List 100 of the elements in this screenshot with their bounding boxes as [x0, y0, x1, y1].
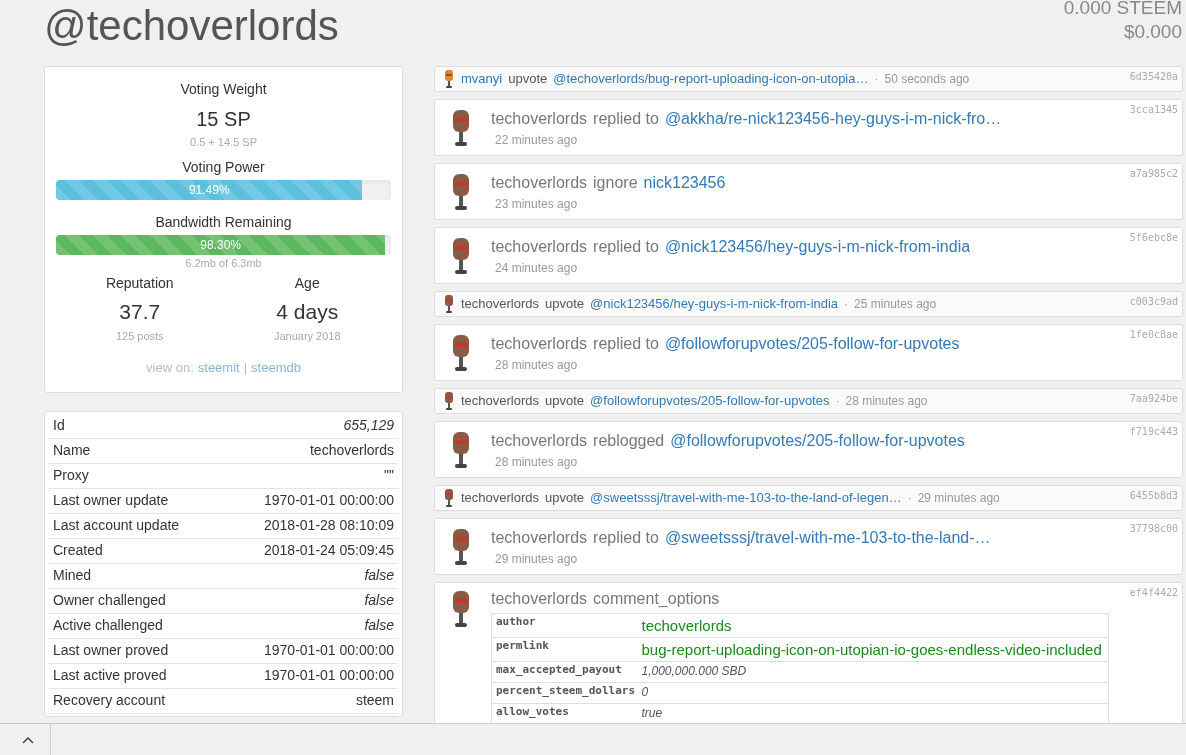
separator-dot: ·	[844, 296, 849, 313]
field-value: 2018-01-24 05:09:45	[264, 541, 394, 560]
action-text: replied to	[593, 108, 659, 129]
post-link[interactable]: @followforupvotes/205-follow-for-upvotes	[664, 331, 960, 356]
field-value: false	[364, 591, 394, 610]
field-value: false	[364, 566, 394, 585]
actor-link[interactable]: techoverlords	[491, 428, 588, 453]
field-value: techoverlords	[639, 613, 1109, 638]
field-label: Last account update	[53, 516, 180, 535]
field-key: percent_steem_dollars	[491, 682, 640, 704]
stat-label: Bandwidth Remaining	[155, 212, 292, 232]
time-text: 29 minutes ago	[917, 490, 1000, 507]
field-value: 0	[639, 682, 1109, 704]
post-link[interactable]: nick123456	[643, 170, 726, 195]
action-text: replied to	[593, 236, 659, 257]
field-label: Owner challenged	[53, 591, 166, 610]
action-text: replied to	[593, 333, 659, 354]
field-value: 1970-01-01 00:00:00	[264, 491, 394, 510]
stat-label: Voting Weight	[180, 80, 267, 99]
field-key: permlink	[491, 637, 640, 662]
actor-link[interactable]: techoverlords	[491, 587, 588, 611]
field-label: Last owner proved	[53, 641, 169, 660]
stat-value: 37.7	[119, 299, 161, 325]
field-value: bug-report-uploading-icon-on-utopian-io-goes-endless-video-included	[639, 637, 1109, 662]
actor-link[interactable]: techoverlords	[491, 525, 588, 550]
steem-balance: 0.000 STEEM	[1063, 0, 1182, 20]
field-label: Name	[53, 441, 91, 460]
action-text: reblogged	[593, 430, 665, 451]
field-value: 655,129	[343, 416, 394, 435]
hash-text: 37798c00	[1129, 522, 1178, 536]
field-label: Mined	[53, 566, 92, 585]
time-text: 29 minutes ago	[494, 550, 579, 568]
separator-dot: ·	[907, 490, 912, 507]
hash-text: 3cca1345	[1129, 103, 1178, 117]
hash-text: 6d35420a	[1129, 70, 1178, 84]
field-label: Recovery account	[53, 691, 166, 710]
stat-detail: 6.2mb of 6.3mb	[185, 255, 262, 271]
action-text: replied to	[593, 527, 659, 548]
time-text: 28 minutes ago	[845, 393, 928, 410]
stat-value: 15 SP	[196, 107, 251, 132]
time-text: 28 minutes ago	[494, 356, 579, 374]
usd-balance: $0.000	[1123, 20, 1182, 44]
hash-text: 6455b8d3	[1129, 489, 1178, 503]
field-label: Created	[53, 541, 103, 560]
action-text: ignore	[593, 172, 638, 193]
field-label: Last active proved	[53, 666, 167, 685]
post-link[interactable]: @followforupvotes/205-follow-for-upvotes	[590, 391, 830, 411]
field-value: ""	[384, 466, 394, 485]
progress-reading: 98.30%	[200, 236, 241, 254]
field-value: true	[639, 703, 1109, 725]
action-text: upvote	[545, 489, 585, 508]
post-link[interactable]: @followforupvotes/205-follow-for-upvotes	[670, 428, 965, 453]
actor-link[interactable]: techoverlords	[461, 488, 540, 508]
stat-detail: January 2018	[273, 328, 341, 344]
separator-dot: ·	[835, 393, 840, 410]
field-key: max_accepted_payout	[491, 661, 640, 683]
separator-dot: ·	[874, 71, 879, 88]
actor-link[interactable]: mvanyi	[461, 69, 503, 89]
hash-text: c003c9ad	[1129, 295, 1178, 309]
time-text: 50 seconds ago	[884, 71, 970, 88]
time-text: 22 minutes ago	[494, 131, 579, 149]
stat-detail: 0.5 + 14.5 SP	[190, 135, 257, 150]
actor-link[interactable]: techoverlords	[461, 294, 540, 314]
account-title: @techoverlords	[44, 2, 339, 51]
hash-text: 7aa924be	[1129, 392, 1178, 406]
field-value: 2018-01-28 08:10:09	[264, 516, 394, 535]
post-link[interactable]: @techoverlords/bug-report-uploading-icon-on-utopia…	[553, 69, 869, 89]
actor-link[interactable]: techoverlords	[491, 170, 588, 195]
action-text: upvote	[508, 70, 548, 89]
actor-link[interactable]: techoverlords	[491, 234, 588, 259]
stat-label: Reputation	[105, 274, 174, 293]
hash-text: ef4f4422	[1129, 586, 1178, 600]
stat-label: Voting Power	[182, 157, 265, 177]
progress-reading: 91.49%	[188, 181, 230, 199]
stat-value: 4 days	[276, 299, 339, 325]
post-link[interactable]: @nick123456/hey-guys-i-m-nick-from-india	[664, 234, 971, 259]
time-text: 24 minutes ago	[494, 259, 579, 277]
field-value: steem	[355, 691, 394, 710]
post-link[interactable]: @sweetsssj/travel-with-me-103-to-the-land-…	[664, 525, 991, 550]
field-value: false	[364, 616, 394, 635]
field-label: Active challenged	[53, 616, 163, 635]
field-label: Proxy	[53, 466, 89, 485]
time-text: 25 minutes ago	[854, 296, 937, 313]
time-text: 23 minutes ago	[494, 195, 579, 213]
hash-text: a7a985c2	[1129, 167, 1178, 181]
action-text: upvote	[545, 392, 585, 411]
time-text: 28 minutes ago	[494, 453, 579, 471]
actor-link[interactable]: techoverlords	[461, 391, 540, 411]
field-key: allow_votes	[491, 703, 640, 725]
hash-text: 5f6ebc8e	[1129, 231, 1178, 245]
caret-up-icon[interactable]	[22, 735, 34, 744]
action-text: comment_options	[593, 589, 720, 609]
post-link[interactable]: @nick123456/hey-guys-i-m-nick-from-india	[590, 294, 839, 314]
field-value: 1,000,000.000 SBD	[639, 661, 1109, 683]
post-link[interactable]: @sweetsssj/travel-with-me-103-to-the-land-of-legen…	[590, 488, 902, 508]
actor-link[interactable]: techoverlords	[491, 331, 588, 356]
field-value: 1970-01-01 00:00:00	[264, 641, 394, 660]
post-link[interactable]: @akkha/re-nick123456-hey-guys-i-m-nick-fro…	[664, 106, 1002, 131]
stat-detail: 125 posts	[115, 328, 164, 344]
actor-link[interactable]: techoverlords	[491, 106, 588, 131]
